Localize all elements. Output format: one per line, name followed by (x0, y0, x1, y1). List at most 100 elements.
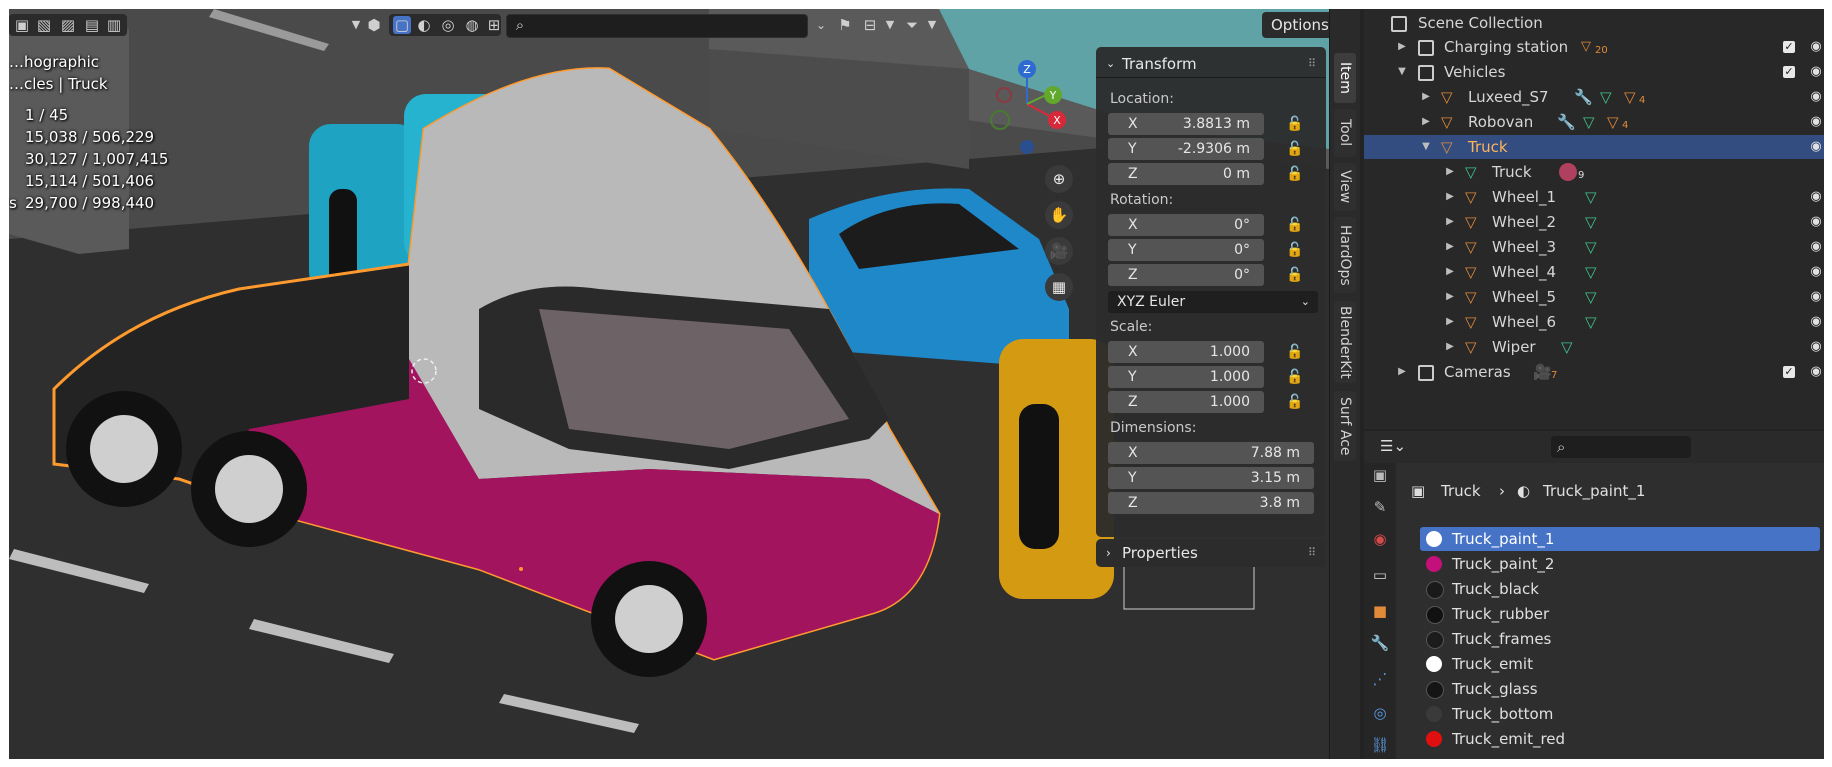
exclude-checkbox[interactable]: ✓ (1783, 66, 1795, 78)
material-slot[interactable]: Truck_frames (1420, 627, 1820, 651)
eye-icon[interactable]: ◉ (1807, 60, 1824, 84)
drag-handle-icon[interactable]: ⠿ (1308, 539, 1316, 567)
eye-icon[interactable]: ◉ (1807, 360, 1824, 384)
lock-icon[interactable]: 🔓 (1284, 391, 1306, 413)
lock-icon[interactable]: 🔓 (1284, 163, 1306, 185)
rendered-shading-icon[interactable]: ◍ (463, 16, 481, 34)
expand-arrow-icon[interactable]: ▶ (1396, 360, 1408, 384)
navigation-gizmo[interactable]: Z Y X (974, 57, 1084, 167)
material-slot[interactable]: Truck_emit (1420, 652, 1820, 676)
lock-icon[interactable]: 🔓 (1284, 264, 1306, 286)
expand-arrow-icon[interactable]: ▶ (1444, 335, 1456, 359)
scale-y-field[interactable]: Y 1.000 (1108, 366, 1264, 388)
expand-arrow-icon[interactable]: ▶ (1444, 185, 1456, 209)
location-y-field[interactable]: Y -2.9306 m (1108, 138, 1264, 160)
expand-arrow-icon[interactable]: ▶ (1444, 235, 1456, 259)
editor-type-icon[interactable]: ☰⌄ (1380, 437, 1406, 455)
rotation-mode-select[interactable]: XYZ Euler ⌄ (1108, 291, 1318, 313)
eye-icon[interactable]: ◉ (1807, 235, 1824, 259)
select-intersect-icon[interactable]: ▥ (105, 16, 123, 34)
transform-panel-header[interactable]: ⌄ Transform ⠿ (1096, 51, 1326, 77)
eye-icon[interactable]: ◉ (1807, 185, 1824, 209)
expand-arrow-icon[interactable]: ▶ (1420, 85, 1432, 109)
eye-icon[interactable]: ◉ (1807, 135, 1824, 159)
eye-icon[interactable]: ◉ (1807, 335, 1824, 359)
eye-icon[interactable]: ◉ (1807, 285, 1824, 309)
output-tab-icon[interactable]: ▣ (1370, 465, 1390, 485)
dropdown-chevron-icon[interactable]: ⌄ (812, 16, 830, 34)
visibility-dropdown-icon[interactable]: ▼ (347, 16, 365, 34)
tab-tool[interactable]: Tool (1334, 109, 1356, 157)
select-subtract-icon[interactable]: ▨ (59, 16, 77, 34)
select-invert-icon[interactable]: ▤ (83, 16, 101, 34)
rotation-x-field[interactable]: X 0° (1108, 214, 1264, 236)
outliner-row-truck-mesh[interactable]: ▶ ▽ Truck 9 (1364, 160, 1824, 184)
material-shading-icon[interactable]: ◎ (439, 16, 457, 34)
viewport-search-input[interactable]: ⌕ (506, 14, 808, 38)
outliner-row-cameras[interactable]: ▶ Cameras 🎥 7 ✓ ◉ (1364, 360, 1824, 384)
select-extend-icon[interactable]: ▧ (35, 16, 53, 34)
tool-tab-icon[interactable]: ✎ (1370, 497, 1390, 517)
material-slot[interactable]: Truck_black (1420, 577, 1820, 601)
eye-icon[interactable]: ◉ (1807, 85, 1824, 109)
outliner-row-wheel-6[interactable]: ▶ ▽ Wheel_6 ▽ ◉ (1364, 310, 1824, 334)
exclude-checkbox[interactable]: ✓ (1783, 41, 1795, 53)
3d-viewport[interactable]: ▣ ▧ ▨ ▤ ▥ ▼ ⬢ ▢ ◐ ◎ ◍ ⊞ ⌕ ⌄ ⚑ ⊟ ▼ ⏷ ▼ Op… (9, 9, 1329, 759)
outliner-row-vehicles[interactable]: ▼ Vehicles ✓ ◉ (1364, 60, 1824, 84)
lock-icon[interactable]: 🔓 (1284, 341, 1306, 363)
hierarchy-icon[interactable]: ⊟ (861, 16, 879, 34)
eye-icon[interactable]: ◉ (1807, 35, 1824, 59)
expand-arrow-icon[interactable]: ▶ (1396, 35, 1408, 59)
outliner-row-robovan[interactable]: ▶ ▽ Robovan 🔧 ▽ ▽ 4 ◉ (1364, 110, 1824, 134)
dimensions-y-field[interactable]: Y 3.15 m (1108, 467, 1314, 489)
lock-icon[interactable]: 🔓 (1284, 138, 1306, 160)
outliner-row-truck[interactable]: ▼ ▽ Truck ◉ (1364, 135, 1824, 159)
lock-icon[interactable]: 🔓 (1284, 214, 1306, 236)
chevron-down-icon[interactable]: ▼ (923, 16, 941, 34)
lock-icon[interactable]: 🔓 (1284, 366, 1306, 388)
scale-z-field[interactable]: Z 1.000 (1108, 391, 1264, 413)
render-region-icon[interactable]: ⊞ (485, 16, 503, 34)
tab-item[interactable]: Item (1334, 53, 1356, 103)
chevron-down-icon[interactable]: ▼ (881, 16, 899, 34)
tab-surf-ace[interactable]: Surf Ace (1334, 391, 1356, 461)
properties-search-input[interactable]: ⌕ (1551, 436, 1691, 458)
material-slot[interactable]: Truck_glass (1420, 677, 1820, 701)
outliner-row-wheel-3[interactable]: ▶ ▽ Wheel_3 ▽ ◉ (1364, 235, 1824, 259)
expand-arrow-icon[interactable]: ▶ (1444, 285, 1456, 309)
expand-arrow-icon[interactable]: ▶ (1444, 160, 1456, 184)
exclude-checkbox[interactable]: ✓ (1783, 366, 1795, 378)
outliner-row-wheel-2[interactable]: ▶ ▽ Wheel_2 ▽ ◉ (1364, 210, 1824, 234)
tab-blenderkit[interactable]: BlenderKit (1334, 301, 1356, 383)
options-button[interactable]: Options ⌄ (1262, 12, 1329, 38)
outliner-row-charging-station[interactable]: ▶ Charging station ▽ 20 ✓ ◉ (1364, 35, 1824, 59)
dimensions-x-field[interactable]: X 7.88 m (1108, 442, 1314, 464)
pan-hand-icon[interactable]: ✋ (1045, 201, 1073, 229)
expand-arrow-icon[interactable]: ▶ (1444, 210, 1456, 234)
grid-view-icon[interactable]: ▦ (1045, 273, 1073, 301)
outliner-row-wheel-4[interactable]: ▶ ▽ Wheel_4 ▽ ◉ (1364, 260, 1824, 284)
material-slot[interactable]: Truck_paint_2 (1420, 552, 1820, 576)
eye-icon[interactable]: ◉ (1807, 210, 1824, 234)
location-x-field[interactable]: X 3.8813 m (1108, 113, 1264, 135)
location-z-field[interactable]: Z0 m (1108, 163, 1264, 185)
camera-view-icon[interactable]: 🎥 (1045, 237, 1073, 265)
filter-icon[interactable]: ⏷ (903, 16, 921, 34)
expand-arrow-icon[interactable]: ▶ (1420, 110, 1432, 134)
material-slot[interactable]: Truck_paint_1 (1420, 527, 1820, 551)
outliner-row-wiper[interactable]: ▶ ▽ Wiper ▽ ◉ (1364, 335, 1824, 359)
eye-icon[interactable]: ◉ (1807, 260, 1824, 284)
collapse-arrow-icon[interactable]: ▼ (1396, 60, 1408, 84)
eye-icon[interactable]: ◉ (1807, 310, 1824, 334)
solid-shading-icon[interactable]: ◐ (415, 16, 433, 34)
collapse-arrow-icon[interactable]: ▼ (1420, 135, 1432, 159)
scale-x-field[interactable]: X 1.000 (1108, 341, 1264, 363)
properties-panel-header[interactable]: › Properties ⠿ (1096, 539, 1326, 567)
outliner-row-scene-collection[interactable]: Scene Collection (1364, 11, 1824, 35)
zoom-icon[interactable]: ⊕ (1045, 165, 1073, 193)
tab-view[interactable]: View (1334, 163, 1356, 211)
material-slot[interactable]: Truck_rubber (1420, 602, 1820, 626)
rotation-y-field[interactable]: Y 0° (1108, 239, 1264, 261)
material-slot[interactable]: Truck_emit_red (1420, 727, 1820, 751)
lock-icon[interactable]: 🔓 (1284, 113, 1306, 135)
